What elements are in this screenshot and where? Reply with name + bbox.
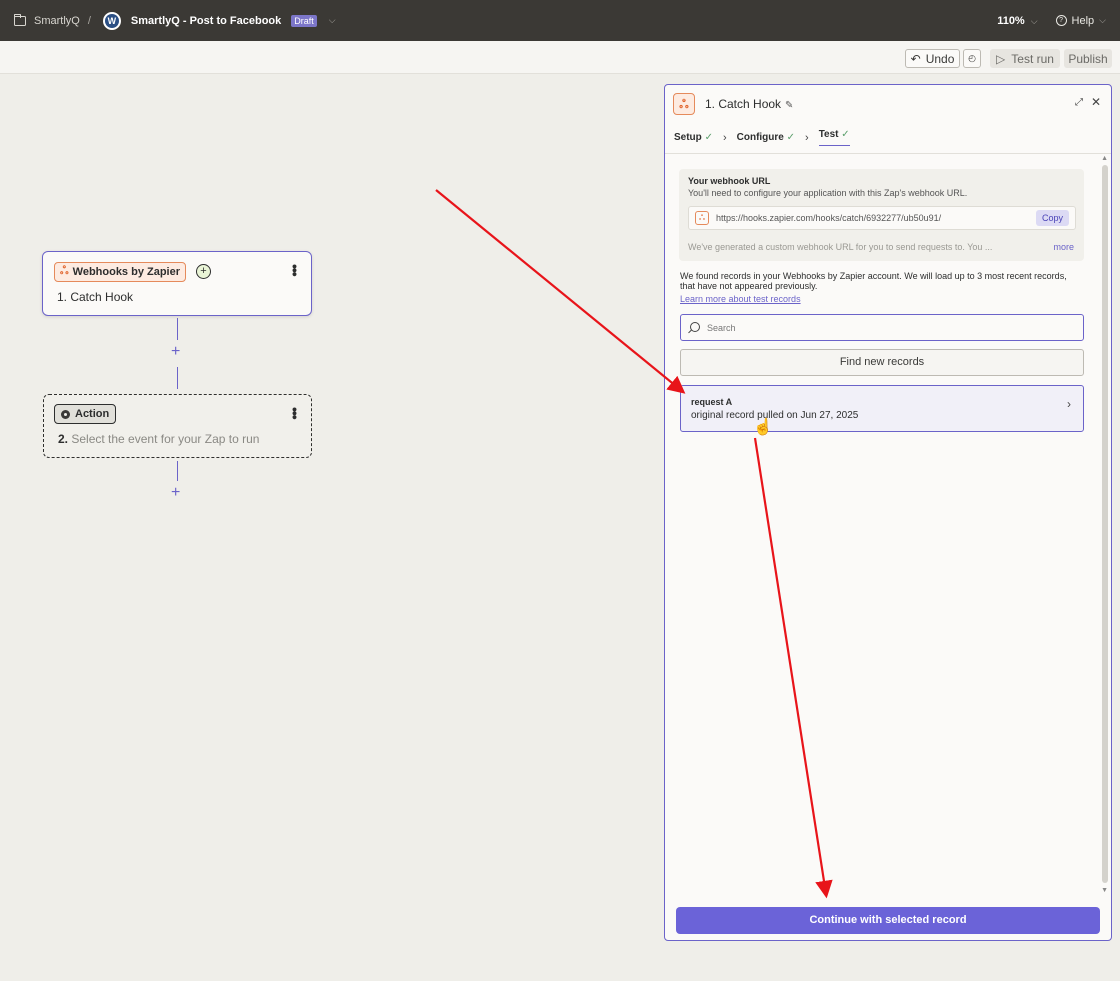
chevron-right-icon: › (722, 131, 727, 144)
app-logo-letter: W (104, 13, 119, 28)
panel-header: ஃ 1. Catch Hook ✎ ⤢ ✕ (665, 85, 1111, 123)
action-placeholder-text: Select the event for your Zap to run (71, 432, 260, 446)
action-badge: Action (54, 404, 117, 424)
undo-label: Undo (925, 51, 955, 66)
action-step-card[interactable]: Action ••• 2. Select the event for your … (43, 394, 312, 458)
play-icon: ▷ (996, 51, 1006, 66)
undo-button[interactable]: ↶ Undo (905, 49, 960, 68)
history-icon: ◴ (968, 53, 976, 63)
trigger-title: 1. Catch Hook (57, 290, 134, 304)
zoom-control[interactable]: 110% ⌵ (997, 15, 1037, 27)
step-details-panel: ஃ 1. Catch Hook ✎ ⤢ ✕ Setup ✓ › Configure… (664, 84, 1112, 941)
close-icon[interactable]: ✕ (1091, 95, 1101, 109)
webhook-url-description: You'll need to configure your applicatio… (688, 188, 968, 198)
add-step-button[interactable]: + (171, 343, 180, 361)
more-options-icon[interactable]: ••• (287, 407, 303, 419)
folder-icon[interactable] (14, 13, 26, 26)
expand-icon[interactable]: ⤢ (1075, 97, 1083, 108)
panel-title[interactable]: 1. Catch Hook ✎ (705, 97, 793, 111)
connector-line (177, 461, 178, 481)
tab-configure-label: Configure (736, 132, 784, 143)
more-options-icon[interactable]: ••• (287, 264, 303, 276)
breadcrumb-folder[interactable]: SmartlyQ (34, 15, 80, 27)
search-field[interactable] (680, 314, 1084, 341)
chevron-right-icon: › (805, 131, 809, 144)
search-icon (690, 322, 700, 332)
webhook-icon: ஃ (673, 93, 695, 115)
webhook-url-label: Your webhook URL (688, 176, 771, 186)
add-step-button[interactable]: + (171, 484, 180, 502)
webhook-url-value: https://hooks.zapier.com/hooks/catch/693… (716, 213, 942, 223)
help-label: Help (1071, 14, 1095, 27)
copy-button[interactable]: Copy (1036, 210, 1069, 226)
chevron-right-icon: › (1067, 397, 1071, 411)
app-badge: ஃ Webhooks by Zapier (54, 262, 187, 282)
zoom-chevron-icon: ⌵ (1030, 15, 1038, 26)
help-menu[interactable]: ? Help ⌵ (1055, 14, 1106, 27)
editor-toolbar: ↶ Undo ◴ ▷ Test run Publish (0, 41, 1120, 74)
annotation-arrow (435, 189, 686, 394)
continue-button[interactable]: Continue with selected record (676, 907, 1100, 934)
zap-menu-chevron-icon[interactable]: ⌵ (329, 15, 336, 26)
scrollbar-thumb[interactable] (1102, 165, 1108, 883)
app-name: Webhooks by Zapier (72, 266, 181, 278)
record-subtitle: original record pulled on Jun 27, 2025 (691, 410, 859, 421)
webhook-icon: ஃ (60, 265, 69, 277)
search-input[interactable] (707, 319, 1067, 336)
help-chevron-icon: ⌵ (1099, 15, 1106, 25)
records-found-text: We found records in your Webhooks by Zap… (680, 271, 1067, 291)
check-icon: ✓ (704, 132, 713, 143)
scrollbar[interactable] (1102, 157, 1108, 890)
more-link[interactable]: more (1053, 242, 1074, 252)
record-title: request A (691, 397, 733, 407)
test-run-button[interactable]: ▷ Test run (990, 49, 1060, 68)
action-step-number: 2. (58, 432, 69, 446)
add-circle-icon[interactable]: + (196, 264, 211, 279)
connector-line (177, 367, 178, 389)
webhook-note: We've generated a custom webhook URL for… (688, 242, 993, 252)
version-history-button[interactable]: ◴ (963, 49, 981, 68)
check-icon: ✓ (841, 129, 850, 140)
breadcrumb-separator: / (87, 14, 91, 27)
trigger-step-card[interactable]: ஃ Webhooks by Zapier + ••• 1. Catch Hook (42, 251, 312, 316)
undo-icon: ↶ (910, 51, 921, 66)
zap-title[interactable]: SmartlyQ - Post to Facebook (131, 15, 281, 27)
help-icon: ? (1055, 15, 1067, 26)
publish-button[interactable]: Publish (1064, 49, 1112, 68)
check-icon: ✓ (786, 132, 796, 143)
tab-test[interactable]: Test ✓ (818, 129, 850, 146)
webhook-icon: ஃ (695, 211, 709, 225)
divider (665, 153, 1111, 154)
step-tabs: Setup ✓ › Configure ✓ › Test ✓ (674, 129, 850, 146)
find-new-records-button[interactable]: Find new records (680, 349, 1084, 376)
test-run-label: Test run (1011, 51, 1054, 66)
action-label: Action (75, 408, 110, 420)
webhook-url-field[interactable]: ஃ https://hooks.zapier.com/hooks/catch/6… (688, 206, 1076, 230)
action-icon (61, 409, 70, 419)
status-badge: Draft (291, 14, 317, 27)
panel-title-text: 1. Catch Hook (705, 97, 782, 111)
tab-configure[interactable]: Configure ✓ (737, 132, 795, 143)
app-logo-icon: W (102, 11, 121, 30)
action-placeholder: 2. Select the event for your Zap to run (58, 432, 259, 446)
learn-more-link[interactable]: Learn more about test records (680, 294, 801, 304)
record-item[interactable]: request A original record pulled on Jun … (680, 385, 1084, 432)
webhook-url-section: Your webhook URL You'll need to configur… (679, 169, 1084, 261)
scroll-down-icon[interactable]: ▼ (1101, 887, 1108, 894)
tab-setup-label: Setup (674, 132, 702, 143)
pencil-icon[interactable]: ✎ (785, 100, 793, 111)
zoom-level: 110% (997, 14, 1025, 27)
tab-test-label: Test (818, 129, 839, 140)
top-bar: SmartlyQ / W SmartlyQ - Post to Facebook… (0, 0, 1120, 41)
tab-setup[interactable]: Setup ✓ (674, 132, 713, 143)
connector-line (177, 318, 178, 340)
